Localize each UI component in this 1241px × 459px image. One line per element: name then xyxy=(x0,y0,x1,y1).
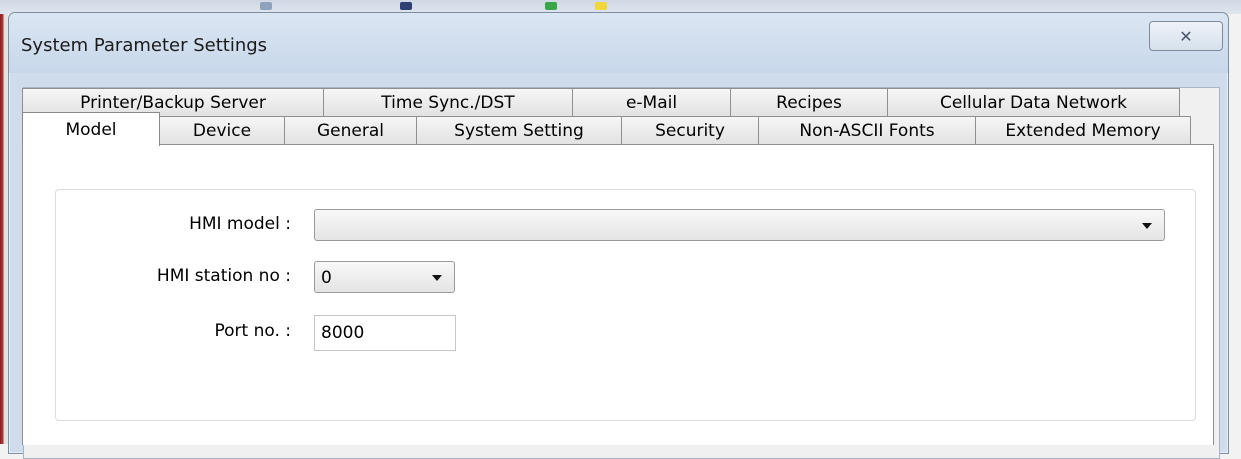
tab-device[interactable]: Device xyxy=(159,116,285,144)
tab-recipes[interactable]: Recipes xyxy=(730,88,888,116)
close-icon: ✕ xyxy=(1179,26,1193,46)
tab-label: e-Mail xyxy=(625,92,678,113)
tab-label: General xyxy=(317,120,384,141)
tab-row-back: Printer/Backup Server Time Sync./DST e-M… xyxy=(22,88,1180,116)
tab-label: Model xyxy=(65,119,117,140)
hmi-station-value: 0 xyxy=(321,268,332,288)
tab-label: Device xyxy=(192,120,252,141)
tab-label: System Setting xyxy=(454,120,584,141)
chevron-down-icon xyxy=(432,275,442,281)
hmi-model-label: HMI model : xyxy=(189,214,291,234)
tab-e-mail[interactable]: e-Mail xyxy=(572,88,731,116)
toolbar-icon xyxy=(400,2,412,10)
tab-label: Security xyxy=(655,120,725,141)
tab-label: Recipes xyxy=(776,92,842,113)
model-tab-panel: HMI model : HMI station no : 0 Port no. … xyxy=(22,144,1214,445)
tab-non-ascii-fonts[interactable]: Non-ASCII Fonts xyxy=(758,116,976,144)
hmi-station-label: HMI station no : xyxy=(156,266,291,286)
port-label: Port no. : xyxy=(214,321,291,341)
tab-label: Cellular Data Network xyxy=(939,92,1128,113)
background-window-edge xyxy=(0,14,8,444)
tab-label: Non-ASCII Fonts xyxy=(799,120,935,141)
tab-general[interactable]: General xyxy=(284,116,417,144)
title-bar[interactable]: System Parameter Settings ✕ xyxy=(9,13,1228,73)
tab-label: Extended Memory xyxy=(1005,120,1161,141)
port-input[interactable]: 8000 xyxy=(314,315,456,351)
tab-model[interactable]: Model xyxy=(22,112,160,146)
tab-extended-memory[interactable]: Extended Memory xyxy=(975,116,1191,144)
tab-row-front: Model Device General System Setting Secu… xyxy=(22,112,1191,146)
tab-security[interactable]: Security xyxy=(621,116,759,144)
toolbar-icon xyxy=(260,2,272,10)
port-value: 8000 xyxy=(321,323,365,343)
hmi-station-dropdown[interactable]: 0 xyxy=(314,261,455,293)
tab-time-sync-dst[interactable]: Time Sync./DST xyxy=(323,88,573,116)
toolbar-icon xyxy=(545,2,557,10)
tab-cellular-data-network[interactable]: Cellular Data Network xyxy=(887,88,1180,116)
tab-system-setting[interactable]: System Setting xyxy=(416,116,622,144)
toolbar-icon xyxy=(595,2,607,10)
dialog-title: System Parameter Settings xyxy=(21,35,268,56)
close-button[interactable]: ✕ xyxy=(1149,21,1223,51)
hmi-model-dropdown[interactable] xyxy=(314,209,1165,241)
chevron-down-icon xyxy=(1142,223,1152,229)
tab-label: Printer/Backup Server xyxy=(80,92,266,113)
tab-label: Time Sync./DST xyxy=(381,92,515,113)
